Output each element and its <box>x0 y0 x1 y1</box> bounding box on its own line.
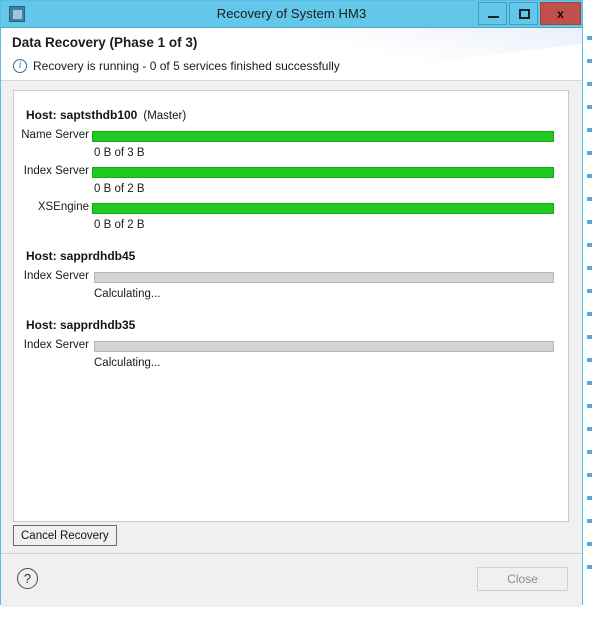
host-block: Host: sapprdhdb35 Index Server Calculating… <box>14 318 568 374</box>
host-block: Host: sapprdhdb45 Index Server Calculating… <box>14 249 568 305</box>
service-name-label: Index Server <box>23 270 89 282</box>
service-name-label: Index Server <box>23 165 89 177</box>
backdrop-tick <box>587 496 592 500</box>
progress-list-panel: Host: saptsthdb100 (Master) Name Server 0 B… <box>13 90 569 522</box>
backdrop-tick <box>587 427 592 431</box>
backdrop-tick <box>587 151 592 155</box>
service-progress-value: 0 B of 3 B <box>94 147 145 159</box>
backdrop-tick <box>587 174 592 178</box>
close-button[interactable]: Close <box>477 567 568 591</box>
host-list: Host: saptsthdb100 (Master) Name Server 0 B… <box>14 91 568 374</box>
backdrop-tick <box>587 381 592 385</box>
backdrop-tick <box>587 473 592 477</box>
backdrop-tick <box>587 335 592 339</box>
close-icon: x <box>557 6 564 21</box>
backdrop-tick <box>587 358 592 362</box>
backdrop-tick <box>587 289 592 293</box>
backdrop-tick <box>587 105 592 109</box>
service-progress-value: Calculating... <box>94 288 161 300</box>
backdrop-tick <box>587 197 592 201</box>
cancel-action-bar: Cancel Recovery <box>1 522 582 553</box>
service-progress-bar <box>94 272 554 283</box>
recovery-dialog-window: Recovery of System HM3 x Data Recovery (… <box>0 0 583 607</box>
backdrop-tick <box>587 542 592 546</box>
backdrop-tick <box>587 243 592 247</box>
service-progress-row: XSEngine <box>14 200 568 218</box>
service-progress-fill <box>92 131 554 142</box>
window-caption-buttons: x <box>476 2 581 25</box>
background-window-strip <box>582 30 594 603</box>
service-progress-fill <box>92 203 554 214</box>
maximize-button[interactable] <box>509 2 538 25</box>
service-progress-bar <box>92 167 554 178</box>
minimize-icon <box>488 16 499 18</box>
service-progress-value: 0 B of 2 B <box>94 183 145 195</box>
host-block-spacer <box>14 305 568 318</box>
host-name-text: Host: sapprdhdb35 <box>26 318 136 332</box>
maximize-icon <box>519 9 530 19</box>
info-icon: i <box>13 59 27 73</box>
close-window-button[interactable]: x <box>540 2 581 25</box>
host-name-text: Host: saptsthdb100 <box>26 108 138 122</box>
backdrop-tick <box>587 404 592 408</box>
backdrop-tick <box>587 565 592 569</box>
service-progress-bar <box>94 341 554 352</box>
backdrop-tick <box>587 450 592 454</box>
backdrop-tick <box>587 59 592 63</box>
service-name-label: XSEngine <box>37 201 89 213</box>
service-name-label: Name Server <box>21 129 89 141</box>
service-progress-fill <box>92 167 554 178</box>
dialog-footer: ? Close <box>1 553 582 607</box>
minimize-button[interactable] <box>478 2 507 25</box>
status-message-row: i Recovery is running - 0 of 5 services … <box>13 59 340 73</box>
host-name-label: Host: sapprdhdb45 <box>26 249 568 263</box>
page-title: Data Recovery (Phase 1 of 3) <box>12 35 198 50</box>
service-progress-value: Calculating... <box>94 357 161 369</box>
window-titlebar: Recovery of System HM3 x <box>1 1 582 28</box>
backdrop-tick <box>587 128 592 132</box>
backdrop-tick <box>587 312 592 316</box>
service-progress-value: 0 B of 2 B <box>94 219 145 231</box>
service-progress-row: Index Server <box>14 338 568 356</box>
dialog-body: Host: saptsthdb100 (Master) Name Server 0 B… <box>1 81 582 553</box>
help-icon[interactable]: ? <box>17 568 38 589</box>
host-name-label: Host: sapprdhdb35 <box>26 318 568 332</box>
host-name-text: Host: sapprdhdb45 <box>26 249 136 263</box>
service-name-label: Index Server <box>23 339 89 351</box>
service-progress-row: Name Server <box>14 128 568 146</box>
dialog-header: Data Recovery (Phase 1 of 3) i Recovery … <box>1 28 582 81</box>
host-block: Host: saptsthdb100 (Master) Name Server 0 B… <box>14 108 568 236</box>
backdrop-tick <box>587 519 592 523</box>
host-block-spacer <box>14 236 568 249</box>
header-gradient-decoration <box>298 28 582 78</box>
service-progress-row: Index Server <box>14 269 568 287</box>
service-progress-bar <box>92 131 554 142</box>
backdrop-tick <box>587 220 592 224</box>
backdrop-tick <box>587 266 592 270</box>
host-name-label: Host: saptsthdb100 (Master) <box>26 108 568 122</box>
host-role-label: (Master) <box>143 110 187 122</box>
backdrop-tick <box>587 36 592 40</box>
service-progress-row: Index Server <box>14 164 568 182</box>
service-progress-bar <box>92 203 554 214</box>
cancel-recovery-button[interactable]: Cancel Recovery <box>13 525 117 546</box>
backdrop-tick <box>587 82 592 86</box>
status-message: Recovery is running - 0 of 5 services fi… <box>33 59 340 73</box>
